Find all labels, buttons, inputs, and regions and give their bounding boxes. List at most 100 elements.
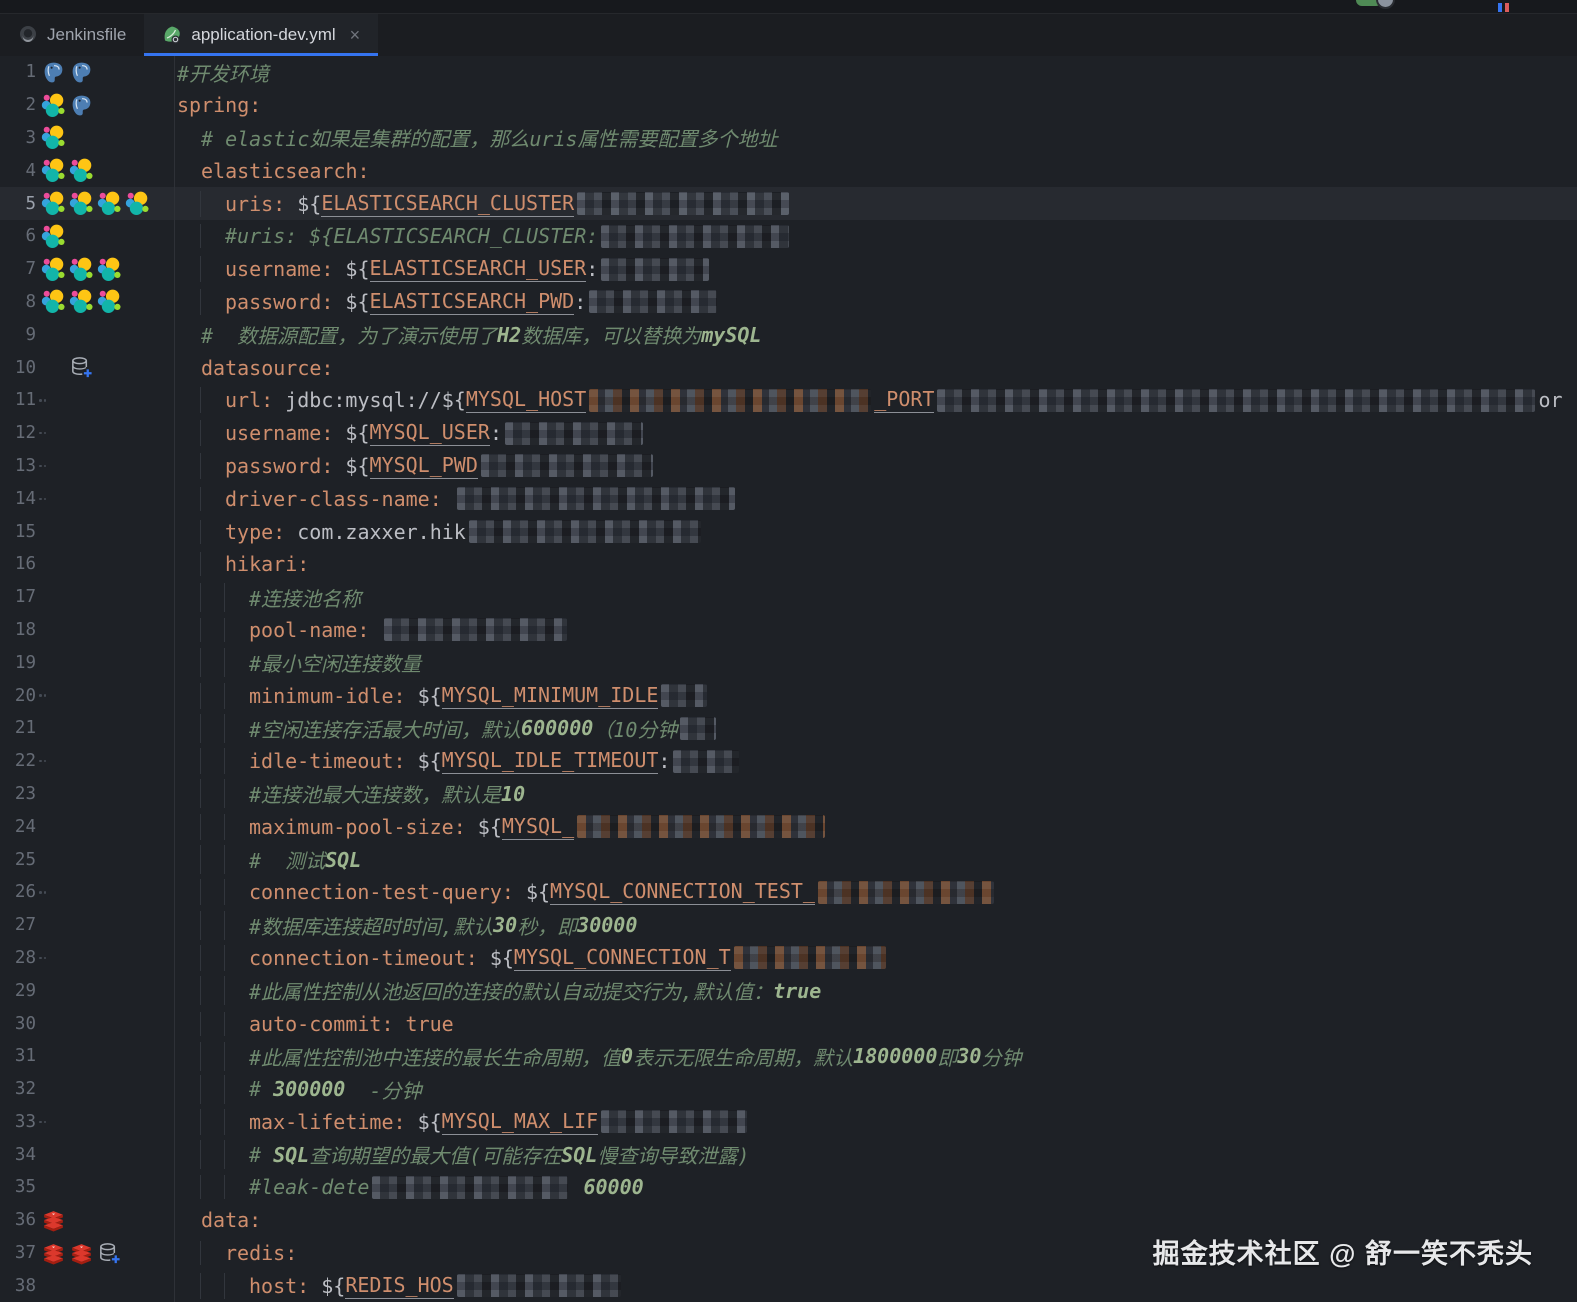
code-line[interactable]: 30 auto-commit: true [0,1007,1577,1040]
code-text[interactable]: connection-test-query: ${MYSQL_CONNECTIO… [175,879,1577,906]
database-add-icon[interactable] [97,1241,122,1266]
code-text[interactable]: #开发环境 [175,58,1577,87]
elasticsearch-icon[interactable] [97,257,122,282]
code-text[interactable]: #最小空闲连接数量 [175,648,1577,678]
code-text[interactable]: uris: ${ELASTICSEARCH_CLUSTER [175,190,1577,217]
code-line[interactable]: 10 datasource: [0,351,1577,384]
code-text[interactable]: # SQL 查询期望的最大值(可能存在 SQL 慢查询导致泄露) [175,1140,1577,1170]
code-line[interactable]: 9 # 数据源配置，为了演示使用了 H2 数据库，可以替换为 mySQL [0,318,1577,352]
code-line[interactable]: 21 #空闲连接存活最大时间，默认 600000 （10分钟 [0,711,1577,745]
code-text[interactable]: #leak-dete 60000 [175,1175,1577,1200]
code-text[interactable]: username: ${ELASTICSEARCH_USER: [175,256,1577,283]
elasticsearch-icon[interactable] [41,257,66,282]
redis-icon[interactable] [41,1208,66,1233]
code-text[interactable]: #连接池名称 [175,582,1577,612]
code-line[interactable]: 27 #数据库连接超时时间,默认 30 秒，即 30000 [0,908,1577,942]
code-line[interactable]: 17 #连接池名称 [0,580,1577,614]
redis-icon[interactable] [69,1241,94,1266]
elasticsearch-icon[interactable] [69,191,94,216]
code-text[interactable]: connection-timeout: ${MYSQL_CONNECTION_T [175,944,1577,971]
code-line[interactable]: 35 #leak-dete 60000 [0,1171,1577,1204]
editor[interactable]: 1 #开发环境 2 spring: 3 # elastic如果是集群的配置，那么uris属… [0,56,1577,1302]
code-text[interactable]: #此属性控制池中连接的最长生命周期，值 0 表示无限生命周期，默认 1800000 即 3… [175,1041,1577,1071]
code-line[interactable]: 8 password: ${ELASTICSEARCH_PWD: [0,285,1577,319]
code-line[interactable]: 29 #此属性控制从池返回的连接的默认自动提交行为,默认值： true [0,974,1577,1008]
code-text[interactable]: minimum-idle: ${MYSQL_MINIMUM_IDLE [175,682,1577,709]
code-text[interactable]: driver-class-name: [175,486,1577,511]
code-line[interactable]: 12 username: ${MYSQL_USER: [0,416,1577,450]
code-text[interactable]: username: ${MYSQL_USER: [175,420,1577,447]
code-line[interactable]: 18 pool-name: [0,613,1577,647]
settings-gear-icon[interactable] [1376,0,1395,9]
elasticsearch-icon[interactable] [41,93,66,118]
redis-icon[interactable] [41,1241,66,1266]
code-line[interactable]: 32 # 300000 -分钟 [0,1072,1577,1106]
elasticsearch-icon[interactable] [41,224,66,249]
elasticsearch-icon[interactable] [41,289,66,314]
code-text[interactable]: data: [175,1208,1577,1232]
code-text[interactable]: url: jdbc:mysql://${MYSQL_HOST _PORT or [175,387,1577,414]
code-line[interactable]: 24 maximum-pool-size: ${MYSQL_ [0,810,1577,844]
toolbar-partial-icons[interactable] [1498,0,1512,13]
code-line[interactable]: 1 #开发环境 [0,56,1577,89]
code-line[interactable]: 26 connection-test-query: ${MYSQL_CONNECT… [0,875,1577,909]
code-line[interactable]: 31 #此属性控制池中连接的最长生命周期，值 0 表示无限生命周期，默认 1800000… [0,1039,1577,1073]
code-line[interactable]: 5 uris: ${ELASTICSEARCH_CLUSTER [0,187,1577,220]
code-line[interactable]: 16 hikari: [0,547,1577,581]
code-line[interactable]: 22 idle-timeout: ${MYSQL_IDLE_TIMEOUT: [0,744,1577,778]
elasticsearch-icon[interactable] [69,289,94,314]
postgresql-icon[interactable] [69,93,94,118]
tab-application-dev-yml[interactable]: application-dev.yml × [144,14,379,56]
elasticsearch-icon[interactable] [125,191,150,216]
code-line[interactable]: 15 type: com.zaxxer.hik [0,515,1577,548]
code-text[interactable]: # elastic如果是集群的配置，那么uris属性需要配置多个地址 [175,123,1577,152]
code-text[interactable]: host: ${REDIS_HOS [175,1272,1577,1299]
elasticsearch-icon[interactable] [97,191,122,216]
code-line[interactable]: 11 url: jdbc:mysql://${MYSQL_HOST _PORT or [0,383,1577,417]
code-text[interactable]: #数据库连接超时时间,默认 30 秒，即 30000 [175,910,1577,940]
code-line[interactable]: 25 # 测试 SQL [0,843,1577,876]
code-text[interactable]: type: com.zaxxer.hik [175,519,1577,544]
code-line[interactable]: 14 driver-class-name: [0,482,1577,516]
code-line[interactable]: 7 username: ${ELASTICSEARCH_USER: [0,252,1577,286]
code-text[interactable]: #uris: ${ELASTICSEARCH_CLUSTER: [175,224,1577,249]
postgresql-icon[interactable] [69,60,94,85]
code-text[interactable]: password: ${MYSQL_PWD [175,452,1577,479]
database-add-icon[interactable] [69,355,94,380]
elasticsearch-icon[interactable] [41,191,66,216]
code-line[interactable]: 34 # SQL 查询期望的最大值(可能存在 SQL 慢查询导致泄露) [0,1138,1577,1172]
code-line[interactable]: 13 password: ${MYSQL_PWD [0,449,1577,483]
code-line[interactable]: 33 max-lifetime: ${MYSQL_MAX_LIF [0,1105,1577,1139]
code-text[interactable]: password: ${ELASTICSEARCH_PWD: [175,288,1577,315]
code-line[interactable]: 2 spring: [0,88,1577,122]
postgresql-icon[interactable] [41,60,66,85]
code-text[interactable]: pool-name: [175,617,1577,642]
code-text[interactable]: #空闲连接存活最大时间，默认 600000 （10分钟 [175,713,1577,743]
code-line[interactable]: 3 # elastic如果是集群的配置，那么uris属性需要配置多个地址 [0,121,1577,155]
elasticsearch-icon[interactable] [41,125,66,150]
code-line[interactable]: 23 #连接池最大连接数，默认是 10 [0,777,1577,811]
code-text[interactable]: hikari: [175,552,1577,577]
code-text[interactable]: idle-timeout: ${MYSQL_IDLE_TIMEOUT: [175,748,1577,775]
code-line[interactable]: 4 elasticsearch: [0,154,1577,188]
code-text[interactable]: #此属性控制从池返回的连接的默认自动提交行为,默认值： true [175,976,1577,1006]
code-text[interactable]: max-lifetime: ${MYSQL_MAX_LIF [175,1108,1577,1135]
elasticsearch-icon[interactable] [41,158,66,183]
code-line[interactable]: 6 #uris: ${ELASTICSEARCH_CLUSTER: [0,219,1577,253]
elasticsearch-icon[interactable] [97,289,122,314]
code-text[interactable]: datasource: [175,356,1577,380]
code-line[interactable]: 20 minimum-idle: ${MYSQL_MINIMUM_IDLE [0,679,1577,712]
code-text[interactable]: # 测试 SQL [175,845,1577,875]
elasticsearch-icon[interactable] [69,158,94,183]
tab-jenkinsfile[interactable]: Jenkinsfile [0,14,144,56]
code-text[interactable]: # 300000 -分钟 [175,1074,1577,1104]
code-text[interactable]: spring: [175,93,1577,117]
code-text[interactable]: # 数据源配置，为了演示使用了 H2 数据库，可以替换为 mySQL [175,320,1577,349]
code-text[interactable]: maximum-pool-size: ${MYSQL_ [175,813,1577,840]
code-line[interactable]: 38 host: ${REDIS_HOS [0,1269,1577,1302]
elasticsearch-icon[interactable] [69,257,94,282]
code-text[interactable]: auto-commit: true [175,1011,1577,1036]
code-line[interactable]: 28 connection-timeout: ${MYSQL_CONNECTION… [0,941,1577,975]
code-text[interactable]: #连接池最大连接数，默认是 10 [175,779,1577,809]
code-line[interactable]: 19 #最小空闲连接数量 [0,646,1577,680]
